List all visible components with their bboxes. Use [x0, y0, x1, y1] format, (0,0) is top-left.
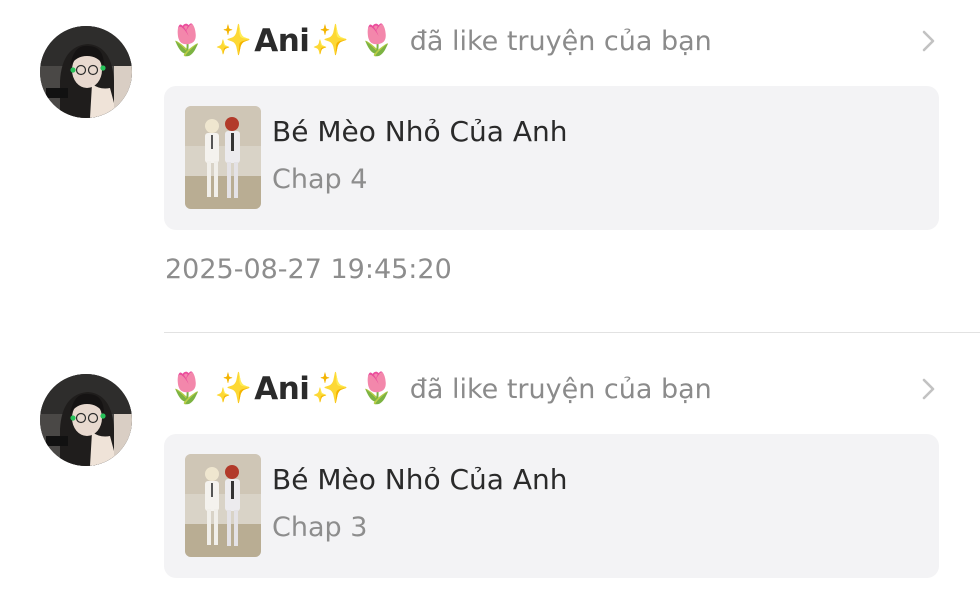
avatar-image: [40, 374, 132, 466]
user-name[interactable]: Ani: [254, 371, 310, 407]
user-avatar[interactable]: [40, 26, 132, 118]
notification-headline: 🌷 ✨ Ani ✨ 🌷 đã like truyện của bạn: [168, 367, 712, 411]
story-title: Bé Mèo Nhỏ Của Anh: [272, 463, 568, 496]
story-card[interactable]: Bé Mèo Nhỏ Của Anh Chap 4: [164, 86, 939, 230]
sparkle-tulip-emoji: ✨ 🌷: [311, 23, 396, 58]
story-cover-image: [185, 106, 261, 209]
story-title: Bé Mèo Nhỏ Của Anh: [272, 115, 568, 148]
story-card[interactable]: Bé Mèo Nhỏ Của Anh Chap 3: [164, 434, 939, 578]
tulip-sparkle-emoji: 🌷 ✨: [168, 23, 253, 58]
user-avatar[interactable]: [40, 374, 132, 466]
notification-feed: 🌷 ✨ Ani ✨ 🌷 đã like truyện của bạn Bé Mè…: [0, 0, 980, 600]
notification-headline: 🌷 ✨ Ani ✨ 🌷 đã like truyện của bạn: [168, 19, 712, 63]
notification-timestamp: 2025-08-27 19:45:20: [165, 254, 452, 285]
story-cover-image: [185, 454, 261, 557]
chevron-right-icon[interactable]: [916, 374, 942, 404]
avatar-image: [40, 26, 132, 118]
divider: [164, 332, 980, 333]
story-chapter: Chap 4: [272, 164, 368, 195]
user-name[interactable]: Ani: [254, 23, 310, 59]
sparkle-tulip-emoji: ✨ 🌷: [311, 371, 396, 406]
action-text: đã like truyện của bạn: [409, 373, 712, 405]
action-text: đã like truyện của bạn: [409, 25, 712, 57]
story-chapter: Chap 3: [272, 512, 368, 543]
chevron-right-icon[interactable]: [916, 26, 942, 56]
tulip-sparkle-emoji: 🌷 ✨: [168, 371, 253, 406]
